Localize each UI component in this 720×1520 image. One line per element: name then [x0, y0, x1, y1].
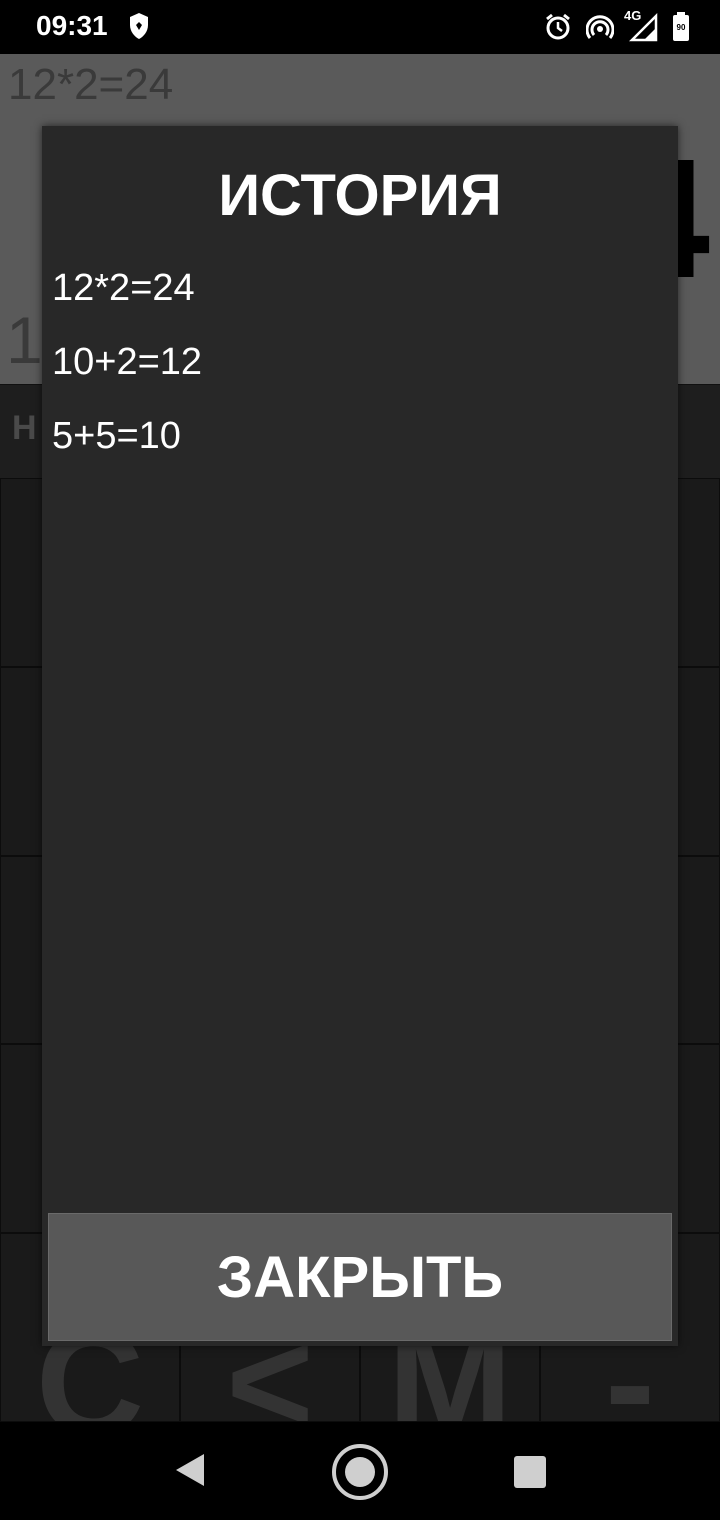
battery-level: 90 — [676, 23, 686, 32]
navigation-bar — [0, 1422, 720, 1520]
history-list: 12*2=24 10+2=12 5+5=10 — [52, 266, 202, 488]
home-icon[interactable] — [331, 1443, 389, 1501]
dialog-title: ИСТОРИЯ — [218, 163, 502, 228]
close-button[interactable]: ЗАКРЫТЬ — [48, 1213, 672, 1341]
dialog-overlay: ИСТОРИЯ 12*2=24 10+2=12 5+5=10 ЗАКРЫТЬ — [0, 54, 720, 1422]
status-bar: 09:31 4G 90 — [0, 0, 720, 54]
battery-icon: 90 — [672, 12, 690, 42]
signal-icon: 4G — [624, 8, 658, 42]
back-icon[interactable] — [172, 1452, 206, 1488]
history-item[interactable]: 10+2=12 — [52, 340, 202, 414]
history-item[interactable]: 5+5=10 — [52, 414, 202, 488]
history-dialog: ИСТОРИЯ 12*2=24 10+2=12 5+5=10 ЗАКРЫТЬ — [42, 126, 678, 1346]
recents-icon[interactable] — [514, 1456, 546, 1488]
status-time: 09:31 — [36, 10, 108, 41]
history-item[interactable]: 12*2=24 — [52, 266, 202, 340]
shield-icon — [130, 13, 148, 39]
alarm-icon — [546, 13, 570, 40]
hotspot-icon — [586, 15, 614, 39]
